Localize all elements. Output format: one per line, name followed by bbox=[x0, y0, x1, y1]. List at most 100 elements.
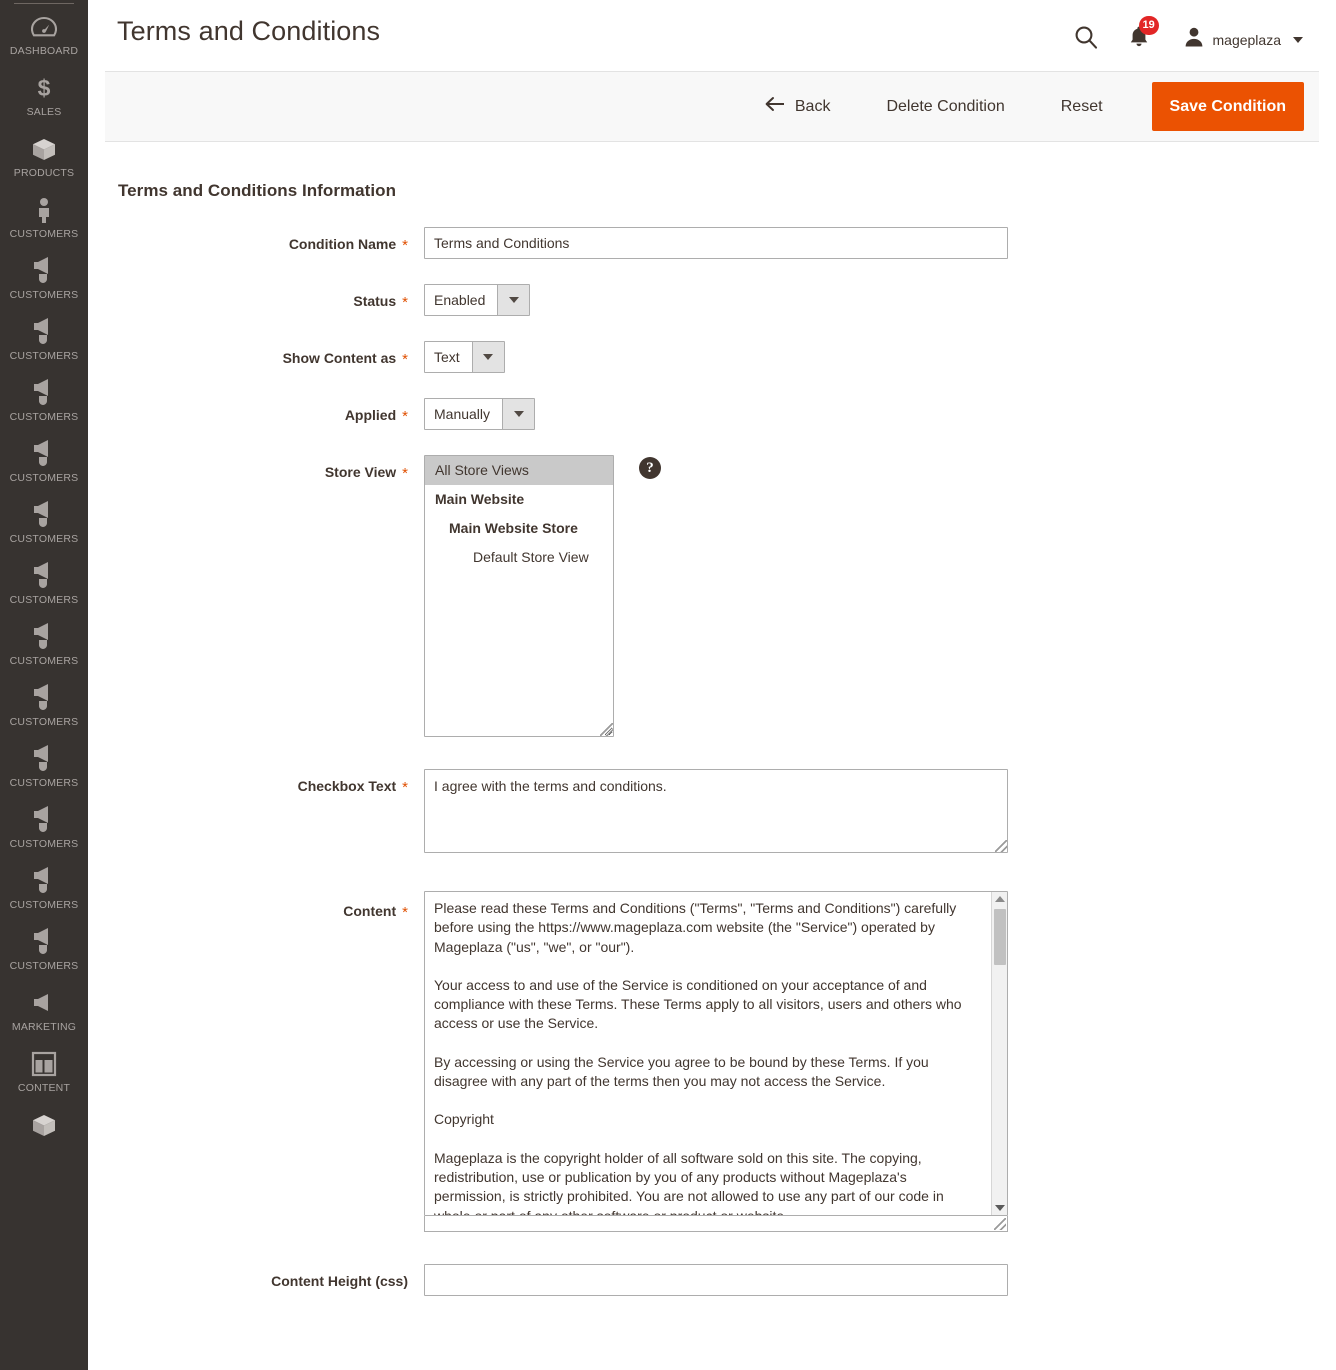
megaphone-icon bbox=[29, 379, 59, 407]
sidebar-item-sales[interactable]: $ SALES bbox=[0, 65, 88, 126]
sidebar-item-dashboard[interactable]: DASHBOARD bbox=[0, 4, 88, 65]
required-marker: * bbox=[402, 351, 408, 368]
applied-select[interactable]: Manually bbox=[424, 398, 536, 430]
content-paragraph: Please read these Terms and Conditions (… bbox=[434, 900, 957, 955]
content-height-input[interactable] bbox=[424, 1264, 1008, 1296]
megaphone-icon bbox=[29, 806, 59, 834]
content-textarea[interactable]: Please read these Terms and Conditions (… bbox=[424, 891, 1008, 1216]
sidebar-item-customers[interactable]: CUSTOMERS bbox=[0, 614, 88, 675]
required-marker: * bbox=[402, 465, 408, 482]
megaphone-icon bbox=[29, 623, 59, 651]
store-view-multiselect[interactable]: All Store Views Main Website Main Websit… bbox=[424, 455, 614, 737]
scrollbar-thumb[interactable] bbox=[994, 909, 1006, 965]
checkbox-text-textarea[interactable]: I agree with the terms and conditions. bbox=[424, 769, 1008, 853]
sidebar-item-customers[interactable]: CUSTOMERS bbox=[0, 248, 88, 309]
chevron-down-icon bbox=[471, 342, 504, 372]
save-condition-button[interactable]: Save Condition bbox=[1151, 82, 1304, 131]
sidebar-item-label: CUSTOMERS bbox=[9, 655, 79, 667]
sidebar-item-label: CUSTOMERS bbox=[9, 228, 79, 240]
back-button-label: Back bbox=[794, 97, 831, 115]
notifications-bell-icon[interactable]: 19 bbox=[1129, 16, 1159, 54]
megaphone-icon bbox=[29, 440, 59, 468]
arrow-left-icon bbox=[764, 96, 785, 117]
sidebar-item-customers[interactable]: CUSTOMERS bbox=[0, 431, 88, 492]
resize-handle[interactable] bbox=[994, 1218, 1006, 1230]
person-icon bbox=[29, 196, 59, 224]
sidebar-item-customers[interactable]: CUSTOMERS bbox=[0, 736, 88, 797]
sidebar-item-label: CUSTOMERS bbox=[9, 899, 79, 911]
page-actions-toolbar: Back Delete Condition Reset Save Conditi… bbox=[105, 71, 1319, 142]
store-view-option[interactable]: Main Website bbox=[425, 485, 613, 514]
field-label: Store View * bbox=[324, 464, 408, 482]
field-condition-name: Condition Name * bbox=[88, 227, 1336, 259]
section-heading: Terms and Conditions Information bbox=[118, 181, 397, 200]
sidebar-item-reports[interactable] bbox=[0, 1102, 88, 1151]
megaphone-icon bbox=[29, 257, 59, 285]
content-paragraph: By accessing or using the Service you ag… bbox=[434, 1053, 929, 1090]
sidebar-item-content[interactable]: CONTENT bbox=[0, 1041, 88, 1102]
header-actions: 19 mageplaza bbox=[1073, 14, 1303, 55]
content-paragraph: Mageplaza is the copyright holder of all… bbox=[434, 1149, 944, 1215]
page-header: Terms and Conditions 19 mageplaza bbox=[88, 0, 1336, 62]
sidebar-item-customers[interactable]: CUSTOMERS bbox=[0, 797, 88, 858]
sidebar-item-label: CONTENT bbox=[17, 1082, 71, 1094]
sidebar-item-customers[interactable]: CUSTOMERS bbox=[0, 187, 88, 248]
content-text-body: Please read these Terms and Conditions (… bbox=[425, 892, 991, 1215]
resize-handle[interactable] bbox=[600, 723, 613, 736]
field-label: Condition Name * bbox=[288, 236, 408, 254]
store-view-option[interactable]: Default Store View bbox=[425, 543, 613, 572]
field-status: Status * Enabled bbox=[88, 284, 1336, 316]
content-paragraph: Copyright bbox=[434, 1111, 494, 1128]
scroll-up-arrow-icon[interactable] bbox=[994, 896, 1005, 902]
delete-condition-button[interactable]: Delete Condition bbox=[874, 90, 1016, 124]
field-label: Show Content as * bbox=[282, 350, 408, 368]
dashboard-icon bbox=[29, 13, 59, 41]
field-content-height: Content Height (css) bbox=[88, 1264, 1336, 1296]
sidebar-item-customers[interactable]: CUSTOMERS bbox=[0, 370, 88, 431]
status-select[interactable]: Enabled bbox=[424, 284, 531, 316]
field-show-content-as: Show Content as * Text bbox=[88, 341, 1336, 373]
sidebar-item-customers[interactable]: CUSTOMERS bbox=[0, 492, 88, 553]
required-marker: * bbox=[402, 408, 408, 425]
layout-icon bbox=[29, 1050, 59, 1078]
megaphone-plain-icon bbox=[29, 989, 59, 1017]
user-avatar-icon bbox=[1183, 26, 1205, 53]
sidebar-item-label: CUSTOMERS bbox=[9, 411, 79, 423]
back-button[interactable]: Back bbox=[752, 88, 843, 125]
condition-name-input[interactable] bbox=[424, 227, 1008, 259]
sidebar-item-customers[interactable]: CUSTOMERS bbox=[0, 553, 88, 614]
required-marker: * bbox=[402, 294, 408, 311]
field-label: Content Height (css) bbox=[271, 1273, 408, 1289]
required-marker: * bbox=[402, 904, 408, 921]
required-marker: * bbox=[402, 779, 408, 796]
sidebar-item-label: CUSTOMERS bbox=[9, 533, 79, 545]
sidebar-item-marketing[interactable]: MARKETING bbox=[0, 980, 88, 1041]
sidebar-item-products[interactable]: PRODUCTS bbox=[0, 126, 88, 187]
scroll-down-arrow-icon[interactable] bbox=[994, 1205, 1005, 1211]
store-view-option[interactable]: Main Website Store bbox=[425, 514, 613, 543]
sidebar-item-customers[interactable]: CUSTOMERS bbox=[0, 309, 88, 370]
user-menu[interactable]: mageplaza bbox=[1183, 26, 1303, 53]
field-label: Checkbox Text * bbox=[297, 778, 408, 796]
status-select-value: Enabled bbox=[434, 292, 486, 308]
field-checkbox-text: Checkbox Text * I agree with the terms an… bbox=[88, 769, 1336, 853]
search-icon[interactable] bbox=[1073, 24, 1099, 55]
sidebar-item-label: PRODUCTS bbox=[13, 167, 75, 179]
field-applied: Applied * Manually bbox=[88, 398, 1336, 430]
sidebar-item-customers[interactable]: CUSTOMERS bbox=[0, 858, 88, 919]
content-scrollbar[interactable] bbox=[991, 892, 1007, 1215]
sidebar-item-label: CUSTOMERS bbox=[9, 960, 79, 972]
question-mark-icon[interactable]: ? bbox=[639, 457, 661, 479]
notification-count-badge: 19 bbox=[1138, 16, 1159, 35]
page-title: Terms and Conditions bbox=[117, 16, 381, 46]
sidebar-item-label: CUSTOMERS bbox=[9, 594, 79, 606]
show-content-as-select[interactable]: Text bbox=[424, 341, 505, 373]
reset-button[interactable]: Reset bbox=[1049, 90, 1115, 124]
sidebar-item-customers[interactable]: CUSTOMERS bbox=[0, 919, 88, 980]
megaphone-icon bbox=[29, 684, 59, 712]
main-content: Terms and Conditions 19 mageplaza Back D… bbox=[88, 0, 1336, 1370]
megaphone-icon bbox=[29, 867, 59, 895]
dollar-icon: $ bbox=[29, 74, 59, 102]
store-view-option[interactable]: All Store Views bbox=[425, 456, 613, 485]
sidebar-item-customers[interactable]: CUSTOMERS bbox=[0, 675, 88, 736]
